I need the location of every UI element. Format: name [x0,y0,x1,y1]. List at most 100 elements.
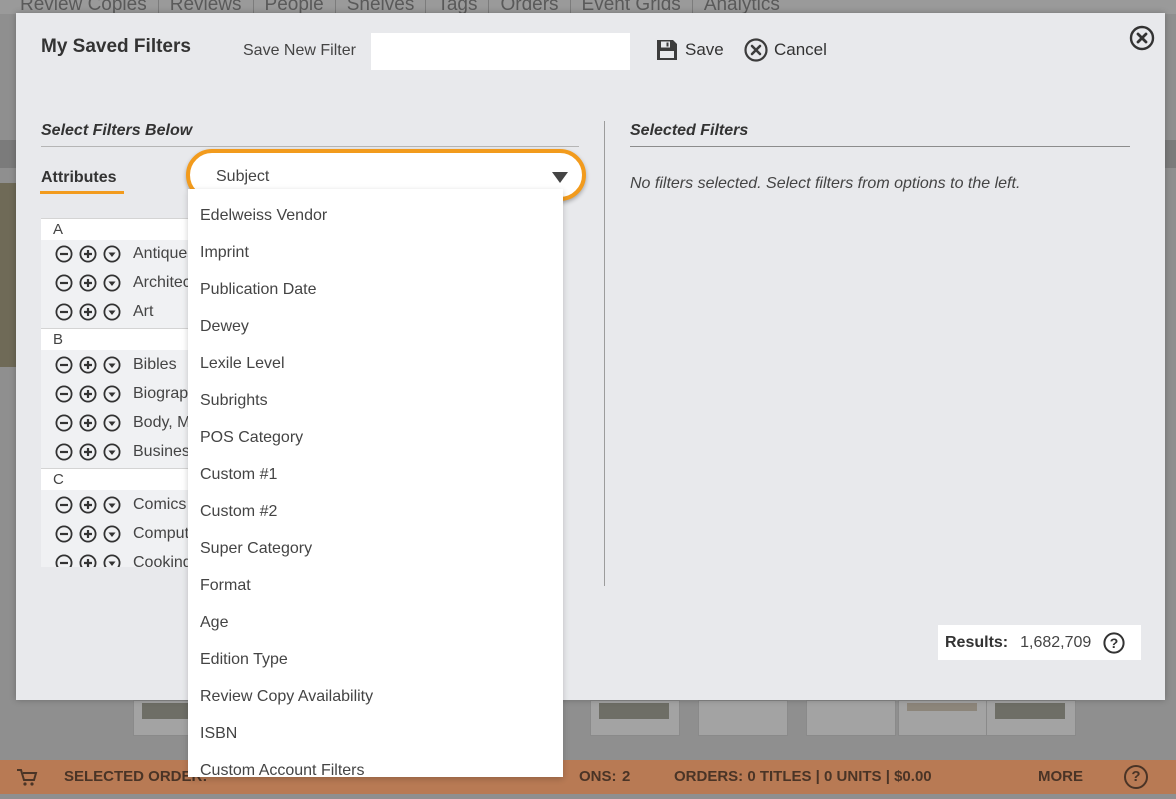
cart-icon [17,769,38,786]
divider [41,146,579,147]
selected-filters-heading: Selected Filters [630,122,749,139]
background-book-cover [0,183,16,367]
background-strip [0,140,16,168]
list-item[interactable]: Cooking [41,548,206,567]
minus-circle-icon[interactable] [55,443,73,461]
menu-item[interactable]: Custom #1 [200,466,277,484]
background-footer [0,794,1176,799]
menu-item[interactable]: Review Copy Availability [200,688,373,706]
chevron-down-circle-icon[interactable] [103,414,121,432]
menu-item[interactable]: Age [200,614,228,632]
save-button[interactable]: Save [655,38,724,62]
group-letter: C [41,468,206,490]
results-box: Results: 1,682,709 ? [938,625,1141,660]
active-tab-underline [40,191,124,194]
bg-tab: Orders [489,0,571,14]
save-new-filter-label: Save New Filter [243,42,356,59]
menu-item[interactable]: Imprint [200,244,249,262]
tab-attributes[interactable]: Attributes [41,169,117,187]
bg-tab: Review Copies [20,0,159,14]
list-item[interactable]: Comics & [41,490,206,519]
plus-circle-icon[interactable] [79,385,97,403]
selected-order-label: SELECTED ORDER: [64,768,208,785]
cancel-button-label: Cancel [774,40,827,59]
attribute-type-menu[interactable]: Edelweiss Vendor Imprint Publication Dat… [188,189,563,780]
menu-item[interactable]: Lexile Level [200,355,285,373]
list-item[interactable]: Computers [41,519,206,548]
list-item[interactable]: Bibles [41,350,206,379]
group-letter: A [41,218,206,240]
more-button[interactable]: MORE [1038,768,1083,785]
menu-item[interactable]: Dewey [200,318,249,336]
options-count: 2 [622,768,631,785]
chevron-down-circle-icon[interactable] [103,525,121,543]
select-filters-heading: Select Filters Below [41,122,193,139]
cancel-button[interactable]: Cancel [744,38,827,62]
chevron-down-circle-icon[interactable] [103,443,121,461]
select-value: Subject [216,168,270,185]
save-new-filter-input[interactable] [371,33,630,70]
background-strip [1165,140,1176,168]
menu-item[interactable]: Edelweiss Vendor [200,207,327,225]
plus-circle-icon[interactable] [79,245,97,263]
plus-circle-icon[interactable] [79,525,97,543]
help-icon[interactable]: ? [1124,765,1148,789]
menu-item[interactable]: Edition Type [200,651,288,669]
plus-circle-icon[interactable] [79,496,97,514]
chevron-down-circle-icon[interactable] [103,303,121,321]
menu-item[interactable]: Custom #2 [200,503,277,521]
plus-circle-icon[interactable] [79,554,97,568]
list-item[interactable]: Art [41,297,206,326]
bg-tab: Tags [426,0,490,14]
empty-selection-message: No filters selected. Select filters from… [630,175,1021,192]
bg-tab: Reviews [159,0,254,14]
save-button-label: Save [685,40,724,59]
chevron-down-circle-icon[interactable] [103,356,121,374]
menu-item[interactable]: ISBN [200,725,237,743]
bg-tab: Event Grids [571,0,693,14]
minus-circle-icon[interactable] [55,356,73,374]
chevron-down-circle-icon[interactable] [103,385,121,403]
bg-tab: Analytics [703,0,780,14]
minus-circle-icon[interactable] [55,496,73,514]
list-item[interactable]: Business [41,437,206,466]
background-nav: Review Copies Reviews People Shelves Tag… [0,0,1176,14]
menu-item[interactable]: Format [200,577,251,595]
chevron-down-circle-icon[interactable] [103,274,121,292]
attribute-list[interactable]: A Antiques Architecture Art B Bibles [41,218,206,567]
list-item[interactable]: Body, Mind [41,408,206,437]
menu-item[interactable]: Publication Date [200,281,317,299]
chevron-down-circle-icon[interactable] [103,245,121,263]
minus-circle-icon[interactable] [55,554,73,568]
plus-circle-icon[interactable] [79,443,97,461]
list-item[interactable]: Architecture [41,268,206,297]
list-item-label: Bibles [133,355,177,373]
orders-summary: ORDERS: 0 TITLES | 0 UNITS | $0.00 [674,768,932,785]
plus-circle-icon[interactable] [79,414,97,432]
menu-item[interactable]: Super Category [200,540,312,558]
bg-thumbnail [806,700,896,736]
help-icon[interactable]: ? [1103,631,1125,654]
minus-circle-icon[interactable] [55,525,73,543]
minus-circle-icon[interactable] [55,303,73,321]
menu-item[interactable]: Custom Account Filters [200,762,365,780]
plus-circle-icon[interactable] [79,356,97,374]
list-item[interactable]: Antiques [41,239,206,268]
column-divider [604,121,605,586]
chevron-down-circle-icon[interactable] [103,496,121,514]
chevron-down-circle-icon[interactable] [103,554,121,568]
minus-circle-icon[interactable] [55,414,73,432]
close-icon[interactable] [1129,25,1155,51]
plus-circle-icon[interactable] [79,303,97,321]
minus-circle-icon[interactable] [55,274,73,292]
minus-circle-icon[interactable] [55,385,73,403]
menu-item[interactable]: POS Category [200,429,303,447]
bg-tab: People [254,0,336,14]
list-item[interactable]: Biography [41,379,206,408]
bottom-order-bar: SELECTED ORDER: ONS: 2 ORDERS: 0 TITLES … [0,760,1176,794]
group-letter: B [41,328,206,350]
minus-circle-icon[interactable] [55,245,73,263]
menu-item[interactable]: Subrights [200,392,268,410]
bg-tab: Shelves [336,0,427,14]
plus-circle-icon[interactable] [79,274,97,292]
